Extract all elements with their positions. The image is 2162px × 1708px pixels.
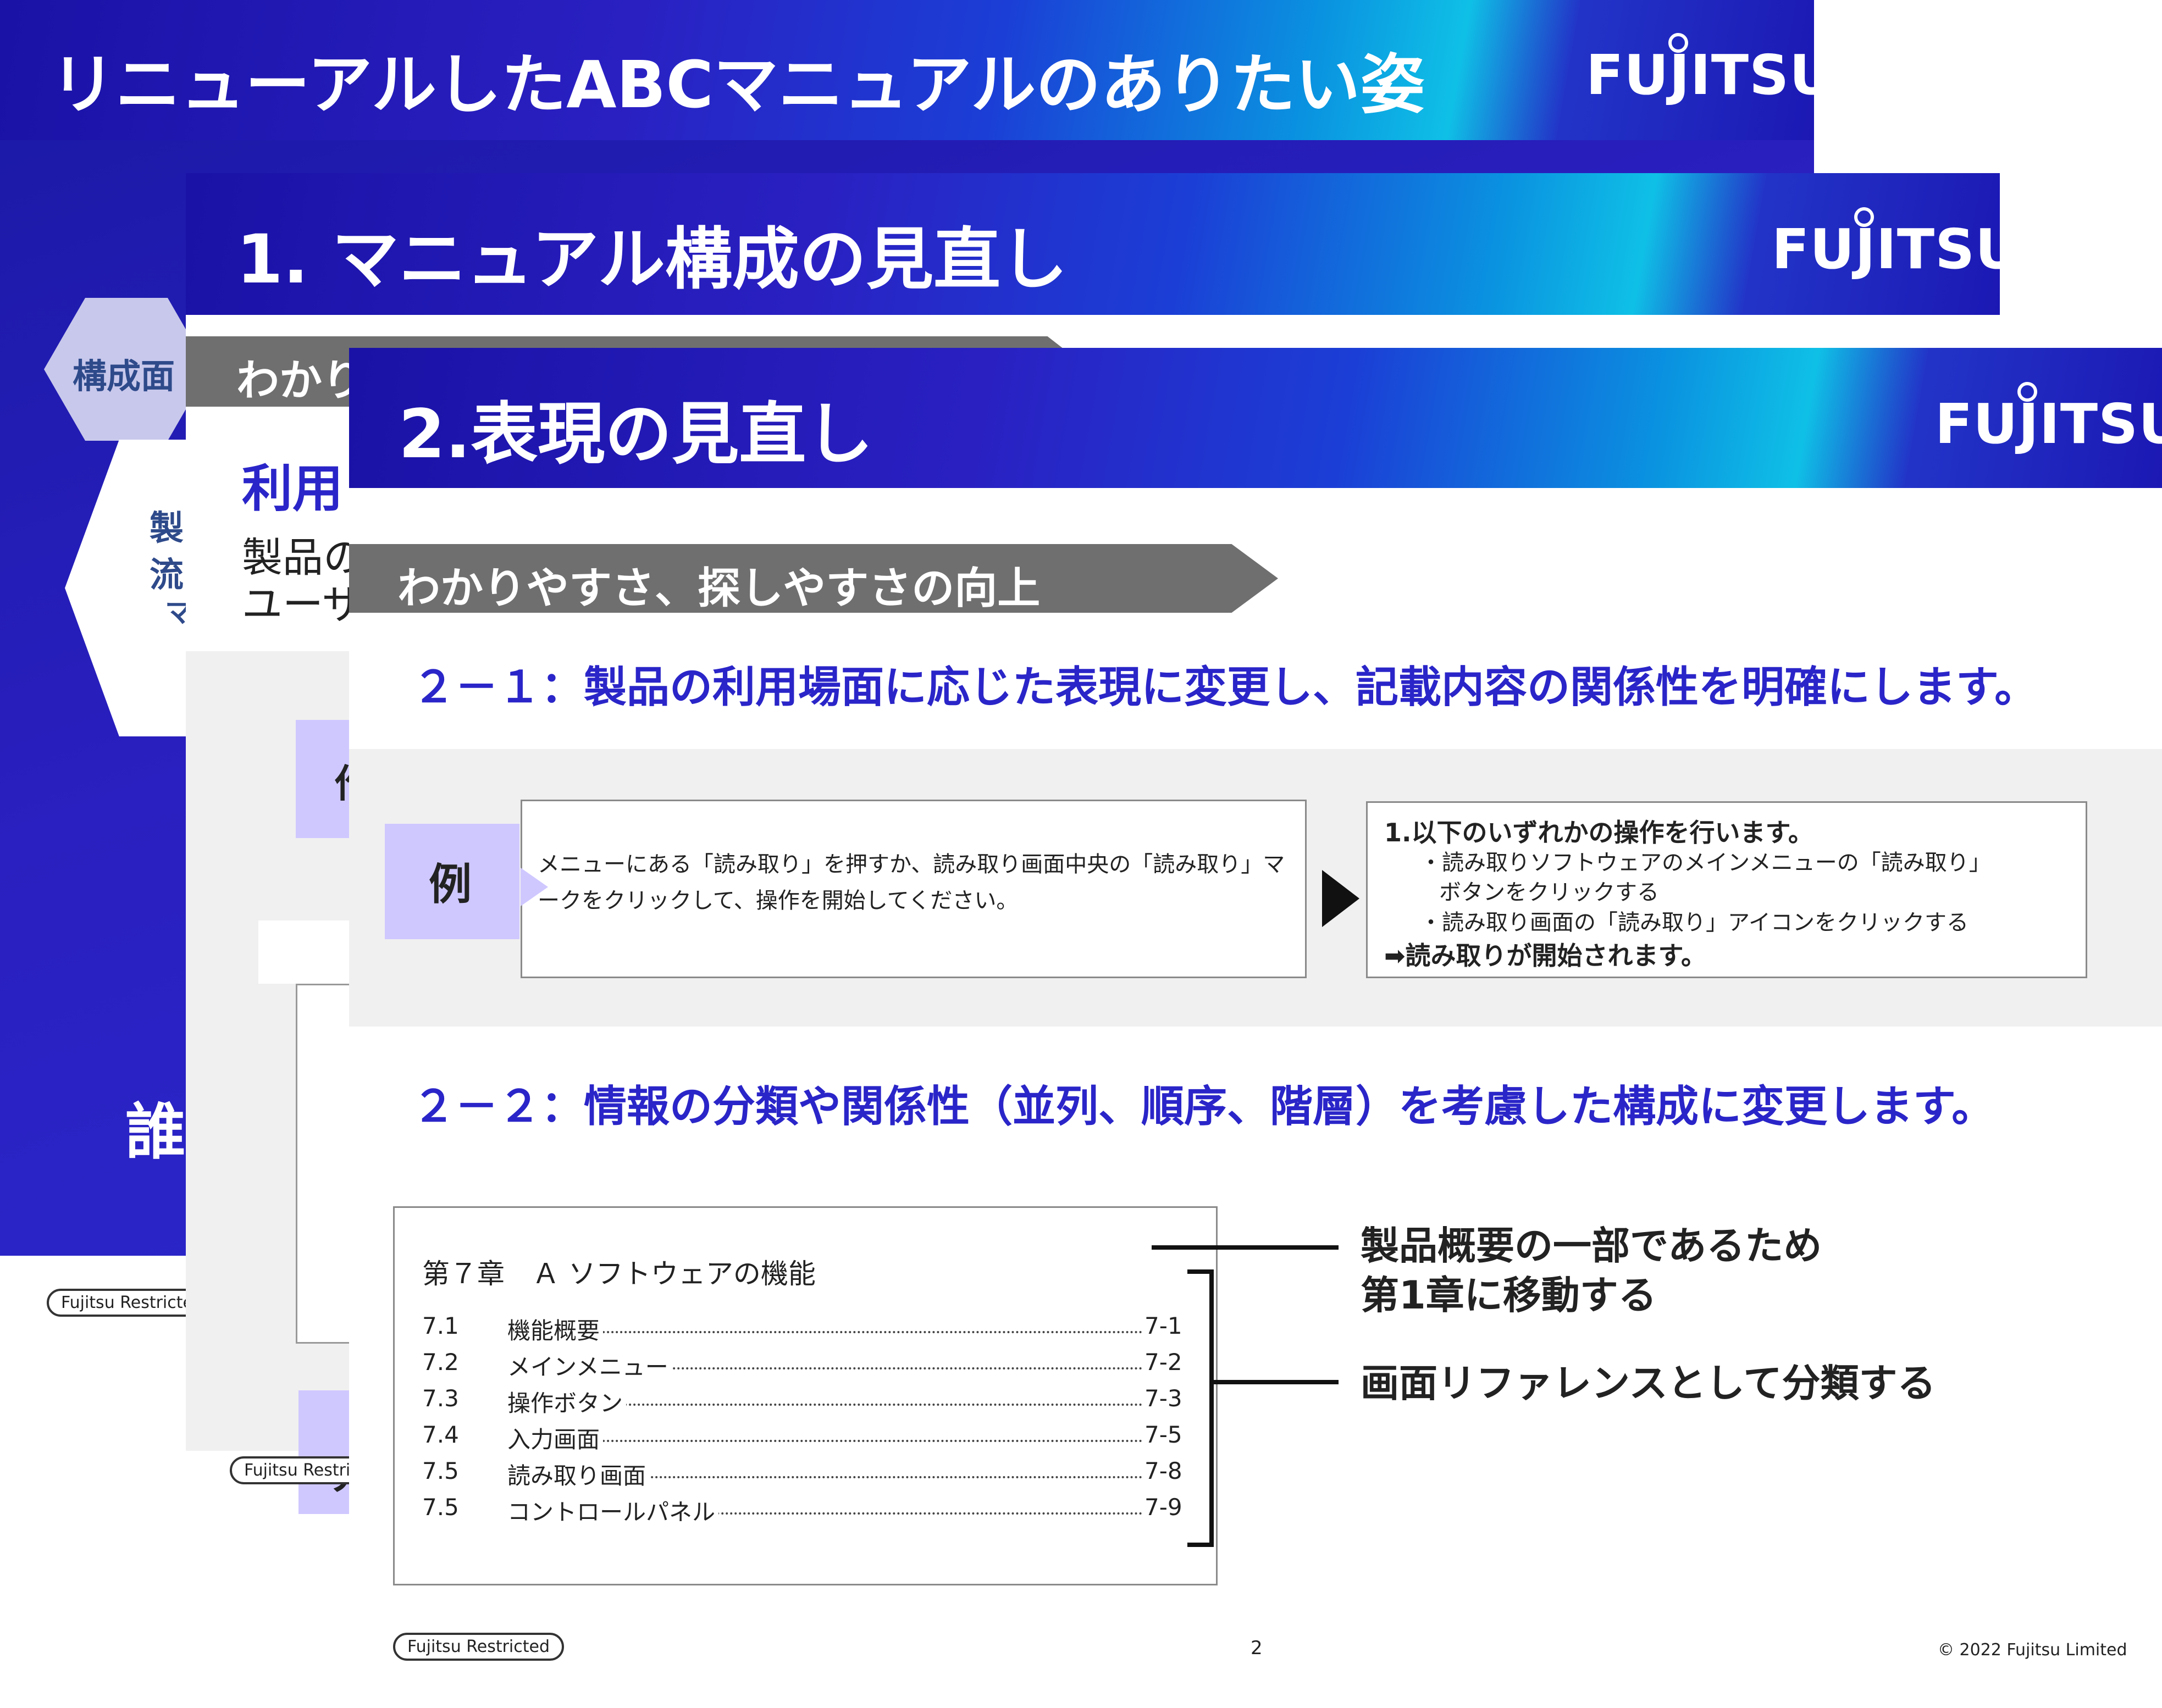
toc-num: 7.5 (422, 1494, 459, 1521)
after-line1: 1.以下のいずれかの操作を行います。 (1384, 818, 1813, 847)
before-text: メニューにある「読み取り」を押すか、読み取り画面中央の「読み取り」マークをクリッ… (538, 852, 1285, 913)
toc-label: メインメニュー (507, 1349, 672, 1382)
fujitsu-logo-text: FUJITSU (1772, 217, 2000, 281)
page-number: 2 (1251, 1637, 1263, 1659)
big-char: 誰 (125, 1097, 186, 1167)
note-1b: 第1章に移動する (1361, 1273, 1657, 1318)
restricted-badge: Fujitsu Restricted (393, 1633, 565, 1661)
slide-2-header: 1. マニュアル構成の見直し FUJITSU (186, 173, 2000, 315)
toc-label: 操作ボタン (507, 1385, 627, 1418)
slide-2-heading: 利用 (242, 459, 344, 518)
slide-3-header: 2.表現の見直し FUJITSU (349, 348, 2162, 488)
note-2: 画面リファレンスとして分類する (1361, 1361, 1936, 1406)
bracket (1187, 1269, 1214, 1547)
toc-label: 入力画面 (507, 1421, 604, 1455)
slide-1-header: リニューアルしたABCマニュアルのありたい姿 FUJITSU (0, 0, 1814, 140)
subheading-2-2: ２－２：情報の分類や関係性（並列、順序、階層）を考慮した構成に変更します。 (412, 1082, 1995, 1132)
after-result: ➡読み取りが開始されます。 (1384, 941, 1706, 971)
slide-2-title: 1. マニュアル構成の見直し (236, 220, 1068, 298)
toc-rows: 7.1 機能概要 7-1 7.2 メインメニュー 7-2 7.3 操作ボタン 7… (422, 1312, 1192, 1543)
toc-page: 7-3 (1142, 1385, 1182, 1412)
toc-box: 第７章 Ａ ソフトウェアの機能 7.1 機能概要 7-1 7.2 メインメニュー… (393, 1206, 1218, 1585)
note-1a: 製品概要の一部であるため (1361, 1223, 1822, 1268)
slide-1-title: リニューアルしたABCマニュアルのありたい姿 (51, 47, 1425, 123)
toc-page: 7-1 (1142, 1312, 1182, 1339)
arrow-right-icon (1322, 870, 1359, 927)
toc-label: 機能概要 (507, 1312, 604, 1346)
side-char-2: 流 (150, 554, 184, 595)
toc-num: 7.1 (422, 1312, 459, 1339)
subheading-2-1: ２－１：製品の利用場面に応じた表現に変更し、記載内容の関係性を明確にします。 (412, 663, 2038, 712)
slide-3-banner: わかりやすさ、探しやすさの向上 (349, 544, 1278, 613)
example-label: 例 (429, 860, 472, 910)
toc-page: 7-9 (1142, 1494, 1182, 1521)
toc-leader (510, 1440, 1142, 1442)
before-text-box: メニューにある「読み取り」を押すか、読み取り画面中央の「読み取り」マークをクリッ… (521, 800, 1307, 978)
fujitsu-logo: FUJITSU (1935, 382, 2162, 456)
toc-num: 7.5 (422, 1457, 459, 1484)
connector-line-2 (1214, 1380, 1339, 1384)
fujitsu-logo-infinity-icon (1668, 33, 1688, 53)
toc-page: 7-2 (1142, 1349, 1182, 1376)
side-char-1: 製 (150, 508, 184, 548)
toc-page: 7-8 (1142, 1457, 1182, 1484)
slide-2-line2: ユーザ (242, 581, 363, 628)
slide-2-purple-box-1: 作 (296, 720, 373, 838)
fujitsu-logo-infinity-icon (2017, 382, 2037, 402)
after-bullet2: ・読み取り画面の「読み取り」アイコンをクリックする (1420, 910, 1969, 935)
fujitsu-logo-text: FUJITSU (1935, 392, 2162, 456)
copyright: © 2022 Fujitsu Limited (1938, 1640, 2127, 1660)
hexagon-label: 構成面 (73, 356, 175, 396)
toc-label: コントロールパネル (507, 1494, 719, 1527)
toc-page: 7-5 (1142, 1421, 1182, 1448)
toc-num: 7.3 (422, 1385, 459, 1412)
after-text-box: 1.以下のいずれかの操作を行います。 ・読み取りソフトウェアのメインメニューの「… (1366, 801, 2087, 978)
toc-leader (510, 1331, 1142, 1333)
toc-label: 読み取り画面 (507, 1457, 650, 1491)
fujitsu-logo-infinity-icon (1854, 207, 1874, 227)
after-bullet1b: ボタンをクリックする (1439, 880, 1659, 905)
slide-3-title: 2.表現の見直し (399, 395, 873, 473)
toc-num: 7.2 (422, 1349, 459, 1376)
slide-3-banner-text: わかりやすさ、探しやすさの向上 (397, 564, 1041, 613)
example-panel: 例 メニューにある「読み取り」を押すか、読み取り画面中央の「読み取り」マークをク… (349, 749, 2162, 1027)
toc-num: 7.4 (422, 1421, 459, 1448)
slide-3: 2.表現の見直し FUJITSU わかりやすさ、探しやすさの向上 ２－１：製品の… (349, 348, 2162, 1708)
slide-2-banner-text: わかり (236, 356, 366, 406)
example-label-box: 例 (385, 824, 519, 939)
fujitsu-logo-text: FUJITSU (1586, 43, 1814, 107)
connector-line-1 (1152, 1245, 1339, 1250)
fujitsu-logo: FUJITSU (1586, 33, 1814, 107)
toc-chapter: 第７章 Ａ ソフトウェアの機能 (422, 1258, 816, 1290)
fujitsu-logo: FUJITSU (1772, 207, 2000, 281)
after-bullet1a: ・読み取りソフトウェアのメインメニューの「読み取り」 (1420, 850, 1991, 875)
